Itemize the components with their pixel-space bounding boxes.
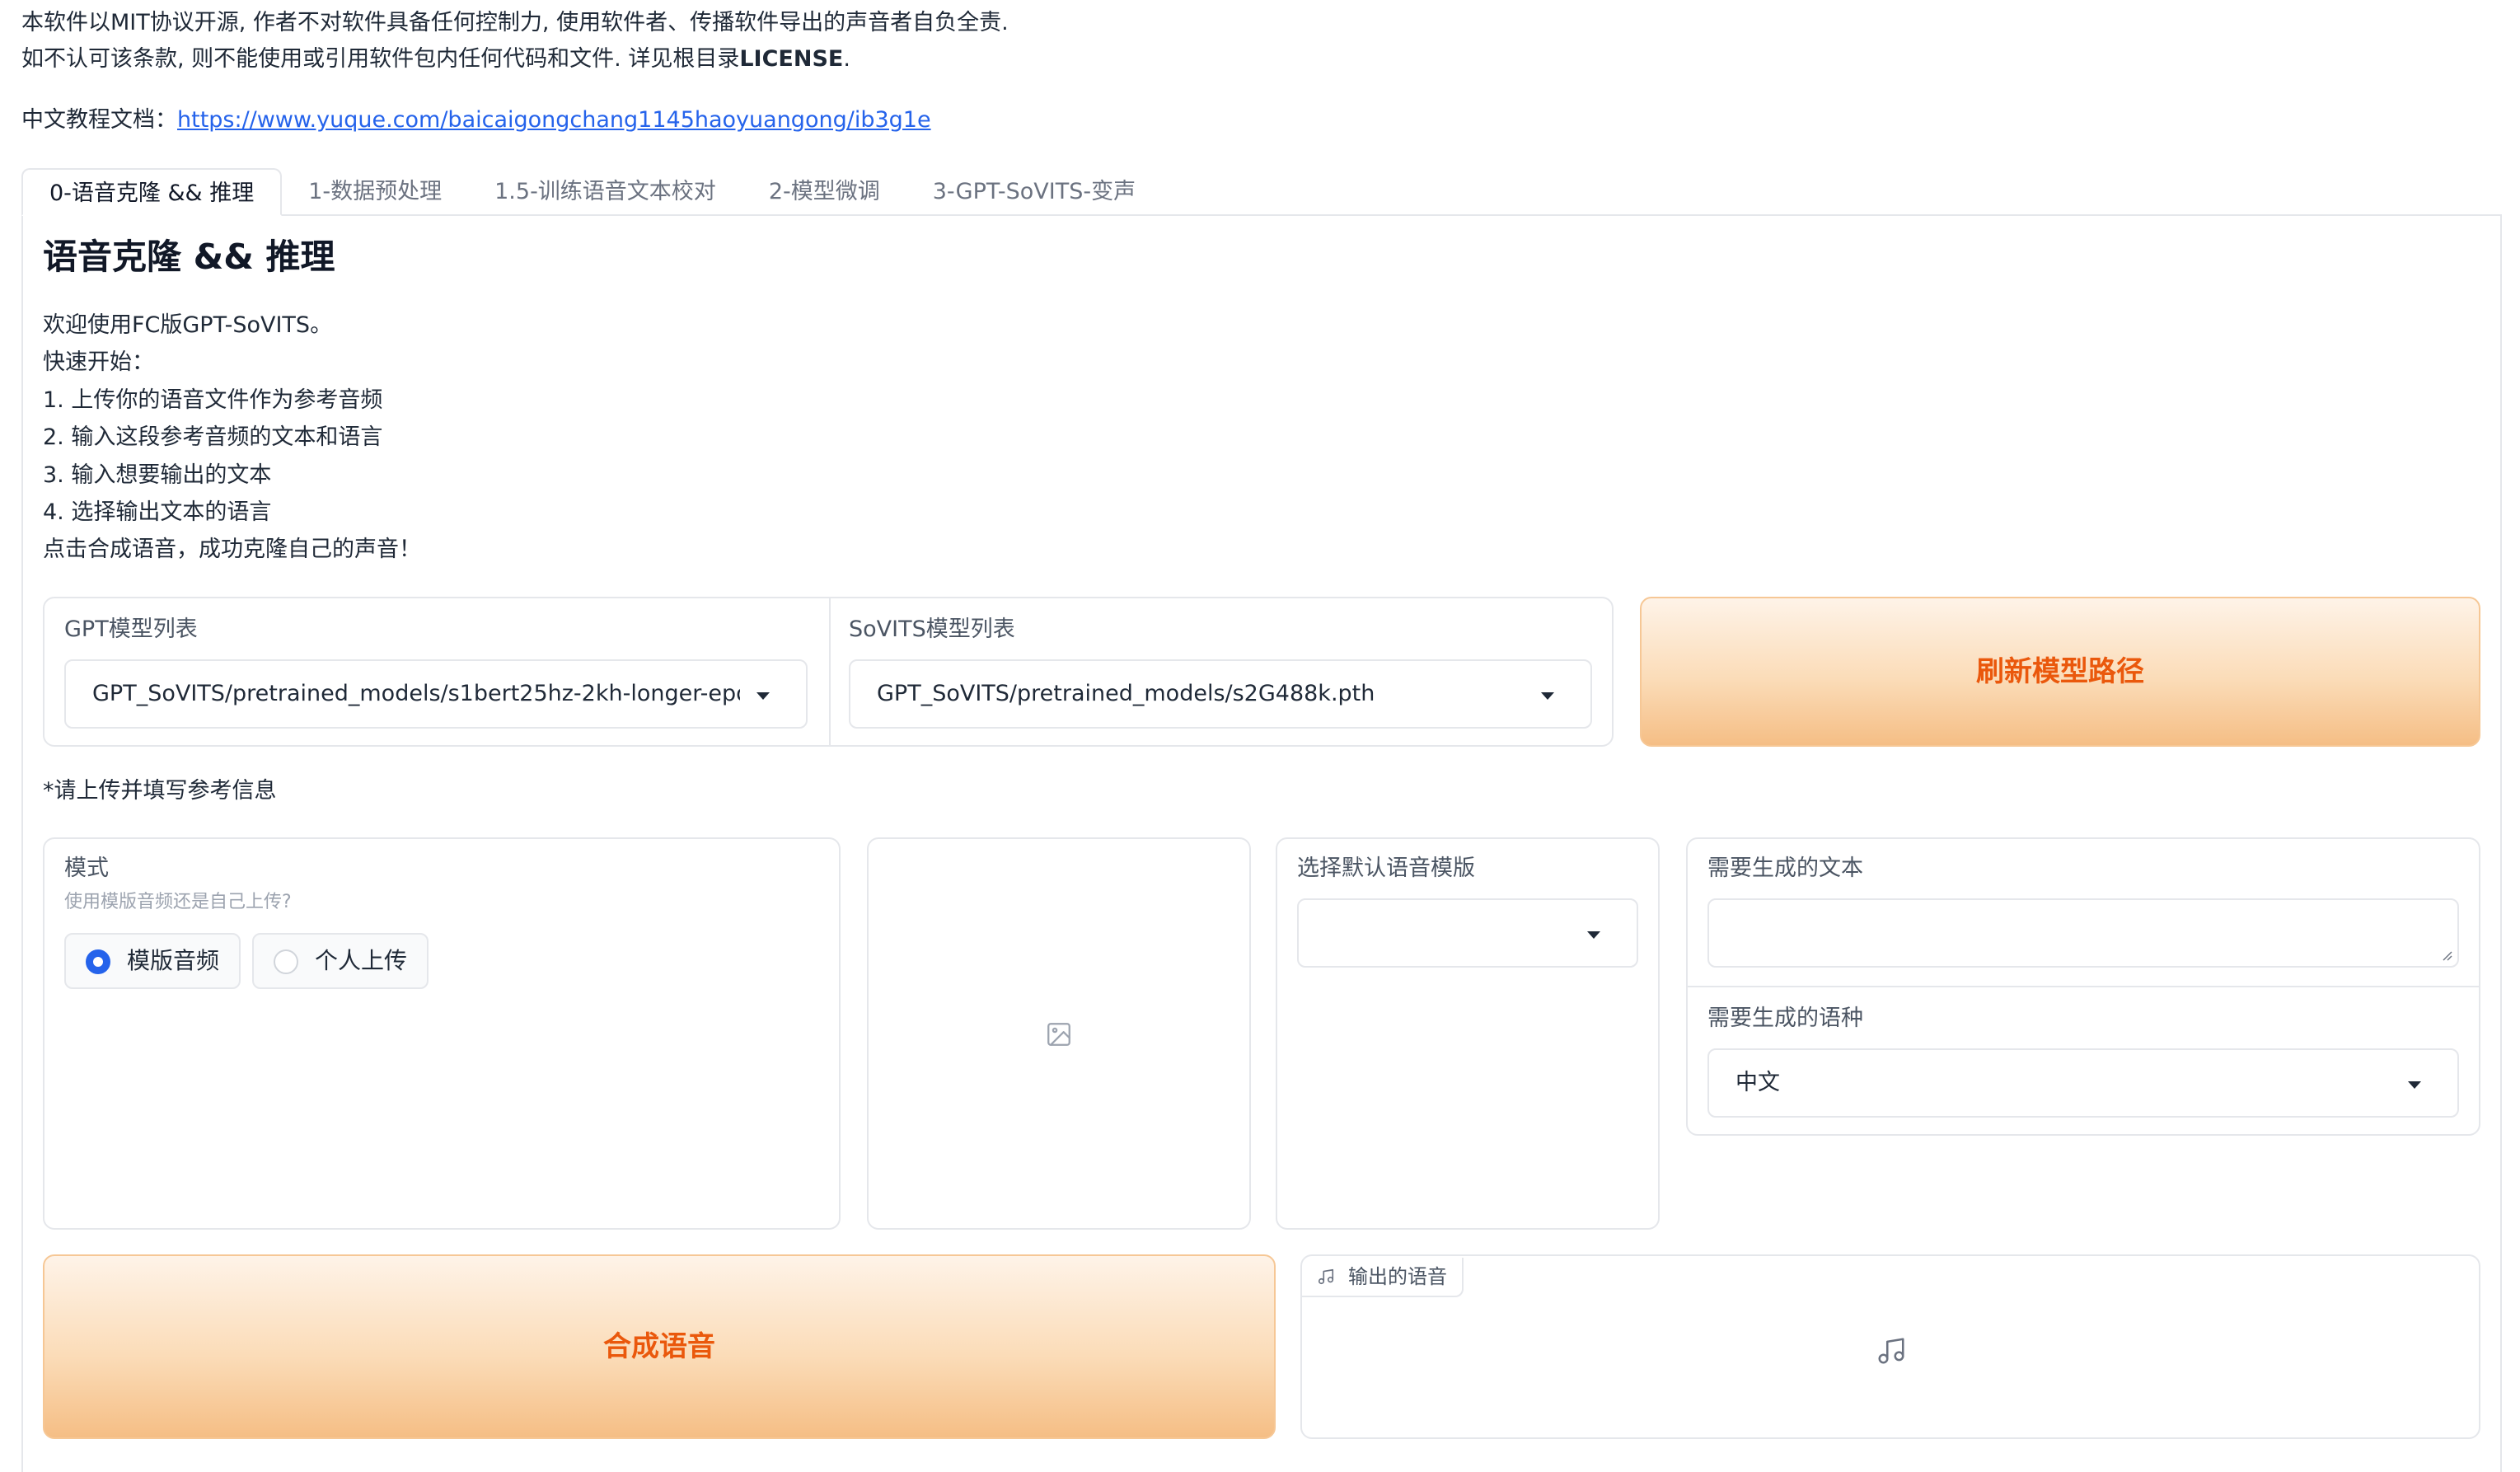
template-voice-label: 选择默认语音模版 [1297,856,1475,881]
sovits-model-label: SoVITS模型列表 [849,616,1015,642]
tab-inference[interactable]: 0-语音克隆 && 推理 [21,168,283,216]
tab-text-proofread[interactable]: 1.5-训练语音文本校对 [468,168,742,216]
page-title: 语音克隆 && 推理 [43,237,335,277]
radio-checked-icon [86,949,110,974]
generate-lang-value: 中文 [1735,1070,1780,1095]
license-word: LICENSE [739,46,844,72]
music-note-icon [1878,1338,1904,1364]
chevron-down-icon [1587,931,1600,939]
tutorial-label: 中文教程文档： [21,107,177,133]
generate-lang-label: 需要生成的语种 [1707,1006,1863,1031]
gpt-model-dropdown[interactable]: GPT_SoVITS/pretrained_models/s1bert25hz-… [64,659,808,729]
generate-text-label: 需要生成的文本 [1707,856,1863,881]
radio-personal-upload[interactable]: 个人上传 [252,933,429,989]
mode-info: 使用模版音频还是自己上传? [64,892,292,912]
intro-line: 4. 选择输出文本的语言 [43,499,272,526]
tab-voice-change[interactable]: 3-GPT-SoVITS-变声 [906,168,1162,216]
intro-line: 点击合成语音，成功克隆自己的声音！ [43,537,421,563]
license-notice: 本软件以MIT协议开源, 作者不对软件具备任何控制力, 使用软件者、传播软件导出… [21,5,1009,77]
chevron-down-icon [1541,692,1554,700]
settings-divider [1688,986,2479,987]
image-icon [1047,1023,1070,1046]
tutorial-line: 中文教程文档：https://www.yuque.com/baicaigongc… [21,104,931,137]
synthesize-button[interactable]: 合成语音 [43,1254,1276,1439]
image-upload-box[interactable] [867,837,1251,1230]
intro-line: 快速开始： [43,349,154,376]
radio-template-label: 模版音频 [127,947,220,974]
reference-hint: *请上传并填写参考信息 [43,778,277,804]
generate-lang-dropdown[interactable]: 中文 [1707,1048,2459,1118]
resize-grip-icon[interactable] [2441,949,2452,961]
music-note-icon [1318,1268,1334,1285]
intro-line: 3. 输入想要输出的文本 [43,462,272,488]
radio-template-audio[interactable]: 模版音频 [64,933,241,989]
generate-text-input[interactable] [1707,898,2459,968]
tutorial-link[interactable]: https://www.yuque.com/baicaigongchang114… [177,107,931,133]
intro-line: 2. 输入这段参考音频的文本和语言 [43,424,383,451]
output-audio-label: 输出的语音 [1302,1258,1464,1297]
tab-finetune[interactable]: 2-模型微调 [742,168,906,216]
radio-upload-label: 个人上传 [315,947,408,974]
intro-line: 欢迎使用FC版GPT-SoVITS。 [43,312,333,338]
chevron-down-icon [2408,1081,2421,1089]
radio-unchecked-icon [274,949,298,974]
template-voice-box [1276,837,1660,1230]
license-line-2: 如不认可该条款, 则不能使用或引用软件包内任何代码和文件. 详见根目录LICEN… [21,46,850,72]
gpt-model-value: GPT_SoVITS/pretrained_models/s1bert25hz-… [92,681,740,706]
intro-line: 1. 上传你的语音文件作为参考音频 [43,387,383,413]
refresh-models-button[interactable]: 刷新模型路径 [1640,597,2480,747]
model-divider [829,598,831,745]
template-voice-dropdown[interactable] [1297,898,1638,968]
mode-label: 模式 [64,856,109,881]
tab-bar: 0-语音克隆 && 推理 1-数据预处理 1.5-训练语音文本校对 2-模型微调… [21,168,1162,216]
tab-preprocess[interactable]: 1-数据预处理 [282,168,468,216]
sovits-model-value: GPT_SoVITS/pretrained_models/s2G488k.pth [877,681,1375,706]
intro-text: 欢迎使用FC版GPT-SoVITS。 快速开始： 1. 上传你的语音文件作为参考… [43,307,421,569]
gpt-model-label: GPT模型列表 [64,616,198,642]
sovits-model-dropdown[interactable]: GPT_SoVITS/pretrained_models/s2G488k.pth [849,659,1592,729]
chevron-down-icon [756,692,770,700]
license-line-1: 本软件以MIT协议开源, 作者不对软件具备任何控制力, 使用软件者、传播软件导出… [21,10,1009,35]
